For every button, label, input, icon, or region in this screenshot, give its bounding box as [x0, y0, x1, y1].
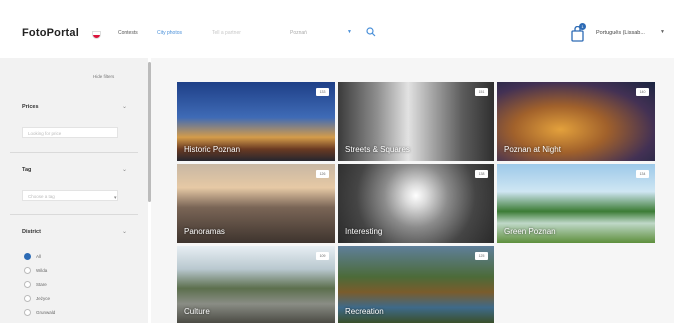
gallery-tile[interactable]: 109 Culture — [177, 246, 335, 323]
nav-contests[interactable]: Contests — [118, 30, 138, 36]
chevron-down-icon[interactable]: ▼ — [347, 29, 352, 35]
gallery-tile-label: Recreation — [345, 307, 384, 316]
gallery-tile-label: Culture — [184, 307, 210, 316]
gallery-tile[interactable]: 125 Recreation — [338, 246, 494, 323]
district-radio-wilda[interactable] — [24, 267, 31, 274]
district-label-jezyce[interactable]: Jeżyce — [36, 296, 50, 301]
gallery-tile-label: Green Poznan — [504, 227, 556, 236]
gallery-tile-label: Streets & Squares — [345, 145, 410, 154]
gallery-tile[interactable]: 126 Panoramas — [177, 164, 335, 243]
language-select[interactable]: Português (Lissab... — [596, 30, 645, 36]
chevron-down-icon[interactable]: ⌄ — [122, 166, 127, 173]
price-input[interactable]: Looking for price — [22, 127, 118, 138]
divider — [10, 214, 138, 215]
district-label-wilda[interactable]: Wilda — [36, 268, 47, 273]
filter-title-tag[interactable]: Tag — [22, 167, 31, 173]
cart-count-badge: 1 — [579, 23, 586, 30]
nav-city-photos[interactable]: City photos — [157, 30, 182, 36]
gallery-tile[interactable]: 133 Historic Poznan — [177, 82, 335, 161]
gallery-tile-label: Panoramas — [184, 227, 225, 236]
hide-filters-link[interactable]: Hide filters — [93, 74, 114, 79]
district-radio-stare[interactable] — [24, 281, 31, 288]
polish-flag-icon[interactable] — [92, 31, 101, 39]
gallery-tile[interactable]: 138 Interesting — [338, 164, 494, 243]
district-radio-grunwald[interactable] — [24, 309, 31, 316]
chevron-down-icon[interactable]: ▼ — [660, 29, 665, 35]
photo-count-badge: 134 — [636, 170, 649, 178]
district-label-all[interactable]: All — [36, 254, 41, 259]
photo-count-badge: 133 — [316, 88, 329, 96]
chevron-down-icon[interactable]: ⌄ — [122, 103, 127, 110]
filter-title-district[interactable]: District — [22, 229, 41, 235]
gallery-tile[interactable]: 151 Streets & Squares — [338, 82, 494, 161]
photo-count-badge: 109 — [316, 252, 329, 260]
chevron-down-icon[interactable]: ⌄ — [122, 228, 127, 235]
gallery-tile-label: Interesting — [345, 227, 383, 236]
filter-title-prices[interactable]: Prices — [22, 104, 39, 110]
district-label-stare[interactable]: Stare — [36, 282, 47, 287]
search-icon[interactable] — [366, 27, 376, 37]
site-logo[interactable]: FotoPortal — [22, 27, 79, 39]
nav-tell-a-partner[interactable]: Tell a partner — [212, 30, 241, 36]
district-label-grunwald[interactable]: Grunwald — [36, 310, 55, 315]
photo-count-badge: 151 — [475, 88, 488, 96]
photo-count-badge: 125 — [475, 252, 488, 260]
gallery-tile[interactable]: 134 Green Poznan — [497, 164, 655, 243]
top-bar: FotoPortal Contests City photos Tell a p… — [0, 0, 674, 58]
chevron-down-icon[interactable]: ▾ — [114, 195, 117, 201]
photo-count-badge: 126 — [316, 170, 329, 178]
district-radio-jezyce[interactable] — [24, 295, 31, 302]
district-radio-all[interactable] — [24, 253, 31, 260]
divider — [10, 152, 138, 153]
gallery-tile-label: Historic Poznan — [184, 145, 241, 154]
gallery-tile-label: Poznan at Night — [504, 145, 561, 154]
gallery-tile[interactable]: 140 Poznan at Night — [497, 82, 655, 161]
photo-count-badge: 140 — [636, 88, 649, 96]
photo-count-badge: 138 — [475, 170, 488, 178]
search-city-select[interactable]: Poznań — [290, 30, 307, 36]
tag-select[interactable]: Choose a tag — [22, 190, 118, 201]
